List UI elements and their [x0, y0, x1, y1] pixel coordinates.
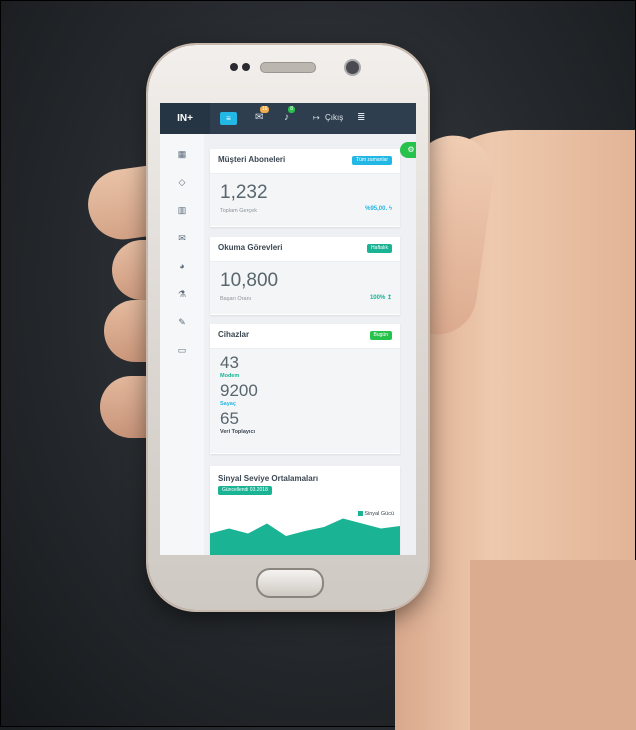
signal-card: Sinyal Seviye Ortalamaları Güncellendi 0…	[210, 466, 400, 555]
card-title: Müşteri Aboneleri	[218, 155, 286, 164]
notifications-button[interactable]: ♪ 8	[284, 106, 295, 125]
trend-value: %95,00. ϟ	[365, 206, 392, 212]
collector-label: Veri Toplayıcı	[220, 429, 256, 435]
dashboard-icon[interactable]: ▦	[172, 146, 192, 162]
bolt-icon: ϟ	[388, 206, 392, 212]
bell-icon: ♪	[284, 112, 289, 123]
phone: IN+ ≡ ✉ 16 ♪ 8 ↦ Çıkış ≣ ▦ ◇ ▥ ✉ ◕ ⚗ ✎ ▭	[148, 45, 428, 610]
home-button[interactable]	[256, 568, 324, 598]
legend-swatch	[357, 511, 363, 517]
front-camera	[344, 59, 361, 76]
stat-label: Toplam Gerçek	[220, 208, 257, 214]
sidebar-nav: ▦ ◇ ▥ ✉ ◕ ⚗ ✎ ▭	[160, 134, 205, 555]
devices-card: Cihazlar Bugün 43 Modem 9200 Sayaç 65 Ve…	[210, 324, 400, 454]
bar-chart-icon[interactable]: ▥	[172, 202, 192, 218]
right-sidebar-toggle-icon[interactable]: ≣	[357, 111, 365, 125]
level-up-icon: ↥	[386, 295, 392, 301]
card-header: Okuma Görevleri Haftalık	[210, 237, 400, 262]
subscriber-count: 1,232	[220, 182, 268, 203]
signal-area-series	[210, 518, 400, 555]
top-navbar: IN+ ≡ ✉ 16 ♪ 8 ↦ Çıkış ≣	[160, 103, 416, 134]
mail-count-badge: 16	[259, 106, 270, 113]
notification-count-badge: 8	[288, 106, 295, 113]
meter-label: Sayaç	[220, 401, 236, 407]
hand-wrist	[470, 560, 636, 730]
settings-float-button[interactable]: ⚙	[400, 142, 416, 158]
modem-label: Modem	[220, 373, 240, 379]
mail-button[interactable]: ✉ 16	[255, 106, 270, 125]
sensor-dot	[242, 63, 250, 71]
earpiece-speaker	[260, 62, 316, 73]
card-header: Cihazlar Bugün	[210, 324, 400, 349]
meter-count: 9200	[220, 381, 258, 400]
task-count: 10,800	[220, 270, 279, 291]
card-title: Sinyal Seviye Ortalamaları	[218, 474, 319, 483]
period-badge: Haftalık	[367, 244, 392, 253]
card-body: 43 Modem 9200 Sayaç 65 Veri Toplayıcı	[210, 349, 400, 453]
envelope-icon: ✉	[255, 112, 264, 123]
sensor-dot	[230, 63, 238, 71]
collector-count: 65	[220, 409, 239, 428]
phone-top-bezel	[148, 45, 428, 103]
modem-count: 43	[220, 353, 239, 372]
diamond-icon[interactable]: ◇	[172, 174, 192, 190]
period-badge: Tüm zamanlar	[352, 156, 392, 165]
envelope-icon[interactable]: ✉	[172, 230, 192, 246]
period-badge: Bugün	[369, 331, 392, 340]
pie-chart-icon[interactable]: ◕	[172, 258, 192, 274]
card-title: Okuma Görevleri	[218, 243, 283, 252]
subscribers-card: Müşteri Aboneleri Tüm zamanlar 1,232 Top…	[210, 149, 400, 227]
main-content: ⚙ Müşteri Aboneleri Tüm zamanlar 1,232 T…	[204, 134, 416, 555]
menu-toggle-button[interactable]: ≡	[220, 112, 237, 125]
updated-badge: Güncellendi 03.2018	[218, 486, 272, 495]
card-title: Cihazlar	[218, 330, 250, 339]
flask-icon[interactable]: ⚗	[172, 286, 192, 302]
chart-legend: Sinyal Gücü	[355, 510, 396, 518]
trend-value: 100% ↥	[369, 295, 392, 301]
phone-screen: IN+ ≡ ✉ 16 ♪ 8 ↦ Çıkış ≣ ▦ ◇ ▥ ✉ ◕ ⚗ ✎ ▭	[160, 103, 416, 555]
brand-logo[interactable]: IN+	[160, 103, 210, 134]
card-body: 10,800 Başarı Oranı 100% ↥	[210, 262, 400, 314]
desktop-icon[interactable]: ▭	[172, 342, 192, 358]
logout-link[interactable]: Çıkış	[325, 111, 343, 125]
card-body: 1,232 Toplam Gerçek %95,00. ϟ	[210, 174, 400, 226]
reading-tasks-card: Okuma Görevleri Haftalık 10,800 Başarı O…	[210, 237, 400, 315]
stat-label: Başarı Oranı	[220, 296, 252, 302]
edit-icon[interactable]: ✎	[172, 314, 192, 330]
card-header: Müşteri Aboneleri Tüm zamanlar	[210, 149, 400, 174]
logout-icon: ↦	[313, 113, 320, 122]
